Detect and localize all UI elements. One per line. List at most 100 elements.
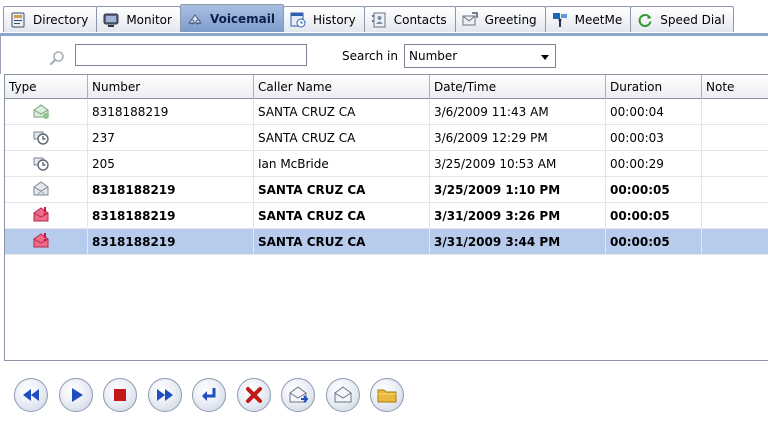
stop-button[interactable] (103, 378, 137, 412)
table-row[interactable]: 8318188219 SANTA CRUZ CA 3/31/2009 3:26 PM… (5, 203, 768, 229)
mark-read-button[interactable] (325, 378, 360, 412)
save-folder-button[interactable] (370, 378, 404, 412)
table-row[interactable]: 8318188219 SANTA CRUZ CA 3/31/2009 3:44 PM… (5, 229, 768, 255)
played-voicemail-icon (32, 154, 50, 172)
cell-type (5, 177, 88, 203)
column-header-duration[interactable]: Duration (606, 75, 702, 99)
column-header-number[interactable]: Number (88, 75, 254, 99)
cell-date-time: 3/31/2009 3:26 PM (430, 203, 606, 229)
cell-number: 8318188219 (88, 203, 254, 229)
delete-button[interactable] (236, 378, 271, 412)
tab-voicemail[interactable]: Voicemail (179, 4, 285, 32)
column-header-type[interactable]: Type (5, 75, 88, 99)
tab-label: Voicemail (209, 11, 276, 26)
voicemail-icon (187, 11, 203, 27)
tab-strip: Directory Monitor Voicemail History Contacts… (3, 4, 734, 34)
cell-date-time: 3/25/2009 1:10 PM (430, 177, 606, 203)
cell-date-time: 3/6/2009 12:29 PM (430, 125, 606, 151)
table-row[interactable]: 8318188219 SANTA CRUZ CA 3/25/2009 1:10 PM… (5, 177, 768, 203)
tab-label: Monitor (126, 12, 172, 27)
cell-type (5, 99, 88, 125)
play-button[interactable] (58, 378, 93, 412)
cell-caller-name: SANTA CRUZ CA (254, 99, 430, 125)
cell-date-time: 3/25/2009 10:53 AM (430, 151, 606, 177)
cell-caller-name: SANTA CRUZ CA (254, 125, 430, 151)
delete-icon (243, 384, 265, 406)
forward-envelope-icon (287, 384, 309, 406)
cell-number: 8318188219 (88, 229, 254, 255)
history-icon (290, 12, 306, 28)
cell-duration: 00:00:29 (606, 151, 702, 177)
search-bar: Search in Number (0, 36, 768, 74)
column-header-note[interactable]: Note (702, 75, 768, 99)
playback-toolbar (0, 362, 768, 427)
tab-history[interactable]: History (283, 6, 365, 32)
tab-label: Greeting (484, 12, 537, 27)
voicemail-table: Type Number Caller Name Date/Time Durati… (4, 74, 768, 361)
monitor-icon (103, 12, 119, 28)
cell-type (5, 229, 88, 255)
tab-bar: Directory Monitor Voicemail History Contacts… (0, 0, 768, 36)
stop-icon (109, 384, 131, 406)
cell-date-time: 3/31/2009 3:44 PM (430, 229, 606, 255)
tab-meetme[interactable]: MeetMe (544, 6, 632, 32)
chevron-down-icon[interactable] (541, 55, 549, 60)
read-voicemail-icon (32, 102, 50, 120)
table-row[interactable]: 205 Ian McBride 3/25/2009 10:53 AM 00:00:29 (5, 151, 768, 177)
tab-directory[interactable]: Directory (3, 6, 98, 32)
fast-forward-icon (154, 384, 176, 406)
folder-icon (376, 384, 398, 406)
cell-duration: 00:00:05 (606, 203, 702, 229)
urgent-voicemail-icon (32, 206, 50, 224)
directory-icon (10, 12, 26, 28)
cell-duration: 00:00:05 (606, 177, 702, 203)
cell-caller-name: SANTA CRUZ CA (254, 177, 430, 203)
cell-caller-name: SANTA CRUZ CA (254, 203, 430, 229)
urgent-voicemail-icon (32, 232, 50, 250)
fast-forward-button[interactable] (147, 378, 182, 412)
cell-caller-name: Ian McBride (254, 151, 430, 177)
search-in-label: Search in (342, 49, 398, 63)
tab-label: Speed Dial (660, 12, 725, 27)
speed-dial-icon (637, 12, 653, 28)
forward-message-button[interactable] (281, 378, 315, 412)
cell-number: 8318188219 (88, 99, 254, 125)
contacts-icon (371, 12, 387, 28)
new-voicemail-icon (32, 180, 50, 198)
cell-caller-name: SANTA CRUZ CA (254, 229, 430, 255)
rewind-icon (20, 384, 42, 406)
table-header: Type Number Caller Name Date/Time Durati… (5, 75, 768, 99)
rewind-button[interactable] (14, 378, 48, 412)
cell-duration: 00:00:03 (606, 125, 702, 151)
table-row[interactable]: 237 SANTA CRUZ CA 3/6/2009 12:29 PM 00:00:0… (5, 125, 768, 151)
column-header-date-time[interactable]: Date/Time (430, 75, 606, 99)
search-icon[interactable] (49, 50, 65, 66)
cell-number: 8318188219 (88, 177, 254, 203)
search-in-selected-value: Number (409, 49, 458, 63)
table-body: 8318188219 SANTA CRUZ CA 3/6/2009 11:43 AM… (5, 99, 768, 255)
tab-greeting[interactable]: Greeting (454, 6, 546, 32)
tab-label: Contacts (393, 12, 447, 27)
tab-contacts[interactable]: Contacts (363, 6, 456, 32)
tab-speed-dial[interactable]: Speed Dial (630, 6, 734, 32)
column-header-caller-name[interactable]: Caller Name (254, 75, 430, 99)
search-input[interactable] (75, 44, 307, 66)
tab-label: Directory (33, 12, 89, 27)
cell-duration: 00:00:05 (606, 229, 702, 255)
tab-monitor[interactable]: Monitor (96, 6, 181, 32)
call-back-button[interactable] (192, 378, 226, 412)
tab-label: MeetMe (574, 12, 623, 27)
search-in-select[interactable]: Number (404, 44, 556, 68)
cell-note (702, 229, 768, 255)
cell-note (702, 151, 768, 177)
envelope-icon (332, 384, 354, 406)
cell-type (5, 151, 88, 177)
cell-duration: 00:00:04 (606, 99, 702, 125)
cell-note (702, 99, 768, 125)
cell-note (702, 125, 768, 151)
tab-label: History (313, 12, 356, 27)
play-icon (65, 384, 87, 406)
played-voicemail-icon (32, 128, 50, 146)
cell-number: 237 (88, 125, 254, 151)
table-row[interactable]: 8318188219 SANTA CRUZ CA 3/6/2009 11:43 AM… (5, 99, 768, 125)
